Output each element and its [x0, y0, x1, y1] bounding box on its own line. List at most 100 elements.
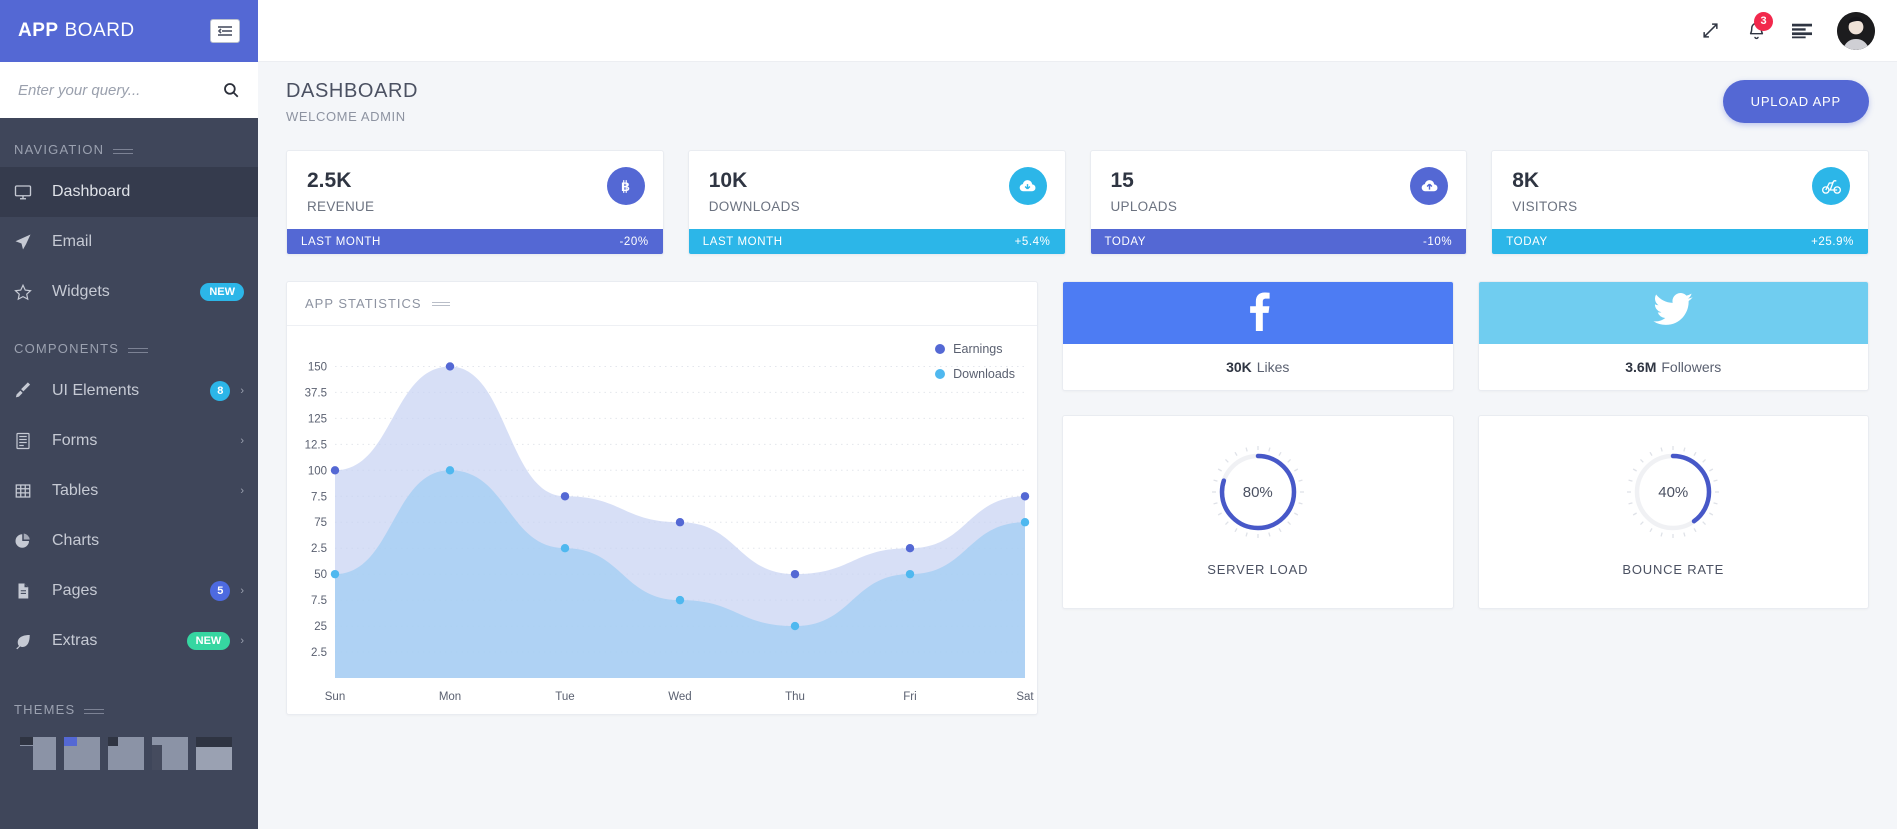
stat-body: 10K DOWNLOADS [689, 151, 1065, 229]
bounce-rate-card: 40% BOUNCE RATE [1477, 415, 1869, 609]
stat-foot-period: TODAY [1104, 235, 1147, 248]
svg-text:2.5: 2.5 [311, 647, 327, 659]
cloud-download-icon [1008, 167, 1047, 205]
theme-swatch-1[interactable] [20, 737, 56, 770]
chart-svg: 150 37.5 125 12.5 100 7.5 75 2.5 50 7.5 25 2.5 Sun Mo… [305, 361, 1035, 703]
svg-text:25: 25 [314, 621, 327, 633]
topbar: 3 [210, 0, 1897, 62]
lower-section: APP STATISTICS Earnings Downloads 150 37… [286, 281, 1869, 715]
stat-foot-delta: -10% [1423, 235, 1453, 248]
sidebar-item-label: Pages [52, 582, 98, 599]
bitcoin-icon: B [606, 167, 645, 205]
chevron-right-icon: › [240, 635, 244, 647]
stat-card-uploads[interactable]: 15 UPLOADS TODAY -10% [1089, 150, 1468, 255]
sidebar-item-email[interactable]: Email [0, 217, 258, 267]
social-label: Likes [1256, 359, 1290, 375]
sidebar-item-dashboard[interactable]: Dashboard [0, 167, 258, 217]
sidebar-item-tables[interactable]: Tables › [0, 466, 258, 516]
panel-title: APP STATISTICS [305, 296, 422, 311]
gauge-label: BOUNCE RATE [1622, 562, 1725, 577]
sidebar-search[interactable] [0, 62, 258, 118]
stat-card-revenue[interactable]: 2.5K REVENUE B LAST MONTH -20% [286, 150, 664, 255]
legend-label: Downloads [953, 367, 1015, 381]
social-label: Followers [1661, 359, 1722, 375]
svg-text:7.5: 7.5 [311, 491, 327, 503]
section-title-navigation: NAVIGATION [0, 118, 258, 167]
theme-swatch-4[interactable] [152, 737, 188, 770]
gauge-value: 80% [1242, 483, 1273, 501]
svg-text:Tue: Tue [555, 691, 574, 703]
legend-dot-icon [935, 344, 946, 354]
stat-footer: TODAY +25.9% [1492, 229, 1868, 254]
section-label: COMPONENTS [14, 341, 120, 356]
legend-item-earnings[interactable]: Earnings [935, 342, 1015, 356]
facebook-card[interactable]: 30K Likes [1062, 281, 1454, 391]
legend-dot-icon [935, 369, 946, 379]
document-icon [14, 582, 40, 600]
sidebar-item-extras[interactable]: Extras NEW › [0, 616, 258, 666]
sidebar-item-ui-elements[interactable]: UI Elements 8 › [0, 366, 258, 416]
bell-icon[interactable]: 3 [1733, 0, 1779, 62]
theme-swatch-2[interactable] [64, 737, 100, 770]
svg-text:Thu: Thu [785, 691, 805, 703]
stat-card-row: 2.5K REVENUE B LAST MONTH -20% 10K DOWNL… [286, 150, 1869, 255]
gauge-card-row: 80% SERVER LOAD 40% BOUNCE RATE [1062, 415, 1869, 609]
panel-divider-icon [431, 301, 450, 306]
social-card-header [1478, 282, 1868, 344]
avatar[interactable] [1837, 11, 1875, 50]
stat-footer: TODAY -10% [1090, 229, 1467, 254]
stat-footer: LAST MONTH +5.4% [688, 229, 1065, 254]
social-card-header [1063, 282, 1453, 344]
chevron-right-icon: › [240, 485, 244, 497]
app-statistics-panel: APP STATISTICS Earnings Downloads 150 37… [286, 281, 1038, 715]
theme-swatch-5[interactable] [196, 737, 232, 770]
stat-card-downloads[interactable]: 10K DOWNLOADS LAST MONTH +5.4% [687, 150, 1066, 255]
stat-foot-delta: -20% [619, 235, 649, 248]
sidebar-item-label: UI Elements [52, 382, 140, 399]
sidebar-item-label: Forms [52, 432, 98, 449]
hamburger-icon[interactable] [210, 18, 240, 43]
stat-value: 8K [1512, 169, 1540, 192]
svg-text:150: 150 [308, 361, 327, 373]
sidebar-item-pages[interactable]: Pages 5 › [0, 566, 258, 616]
chart-legend: Earnings Downloads [935, 342, 1015, 392]
sidebar-item-label: Extras [52, 632, 98, 649]
section-label: NAVIGATION [14, 142, 105, 157]
svg-text:Sun: Sun [325, 691, 345, 703]
chevron-right-icon: › [240, 385, 244, 397]
sidebar-item-label: Email [52, 233, 93, 250]
legend-label: Earnings [953, 342, 1003, 356]
sidebar-item-label: Widgets [52, 283, 110, 300]
sidebar-item-charts[interactable]: Charts [0, 516, 258, 566]
stat-foot-period: LAST MONTH [301, 235, 381, 248]
section-divider-icon [113, 149, 134, 154]
svg-text:Sat: Sat [1016, 691, 1034, 703]
stat-foot-period: TODAY [1506, 235, 1548, 248]
expand-icon[interactable] [1687, 0, 1733, 62]
brand-bold: APP [18, 20, 59, 41]
search-input[interactable] [18, 81, 222, 99]
page-title: DASHBOARD [286, 80, 419, 102]
server-load-card: 80% SERVER LOAD [1062, 415, 1454, 609]
stat-card-visitors[interactable]: 8K VISITORS TODAY +25.9% [1491, 150, 1869, 255]
facebook-icon [1241, 291, 1275, 336]
svg-text:Fri: Fri [903, 691, 916, 703]
twitter-card[interactable]: 3.6M Followers [1477, 281, 1869, 391]
pie-chart-icon [14, 532, 40, 550]
search-icon[interactable] [222, 81, 240, 99]
legend-item-downloads[interactable]: Downloads [935, 367, 1015, 381]
svg-text:Wed: Wed [668, 691, 691, 703]
content-area: DASHBOARD WELCOME ADMIN UPLOAD APP 2.5K … [258, 62, 1897, 829]
count-badge: 5 [210, 581, 231, 601]
gauge-server-load: 80% [1208, 442, 1308, 542]
main-area: 3 DASHBOARD WELCOME ADMIN UPLOAD APP 2.5… [210, 0, 1897, 829]
upload-app-button[interactable]: UPLOAD APP [1722, 80, 1869, 123]
stat-footer: LAST MONTH -20% [287, 229, 663, 254]
stat-body: 2.5K REVENUE B [287, 151, 663, 229]
sidebar-item-widgets[interactable]: Widgets NEW [0, 267, 258, 317]
svg-text:37.5: 37.5 [305, 387, 327, 399]
list-icon[interactable] [1779, 0, 1825, 62]
theme-swatch-3[interactable] [108, 737, 144, 770]
form-icon [14, 432, 40, 450]
sidebar-item-forms[interactable]: Forms › [0, 416, 258, 466]
